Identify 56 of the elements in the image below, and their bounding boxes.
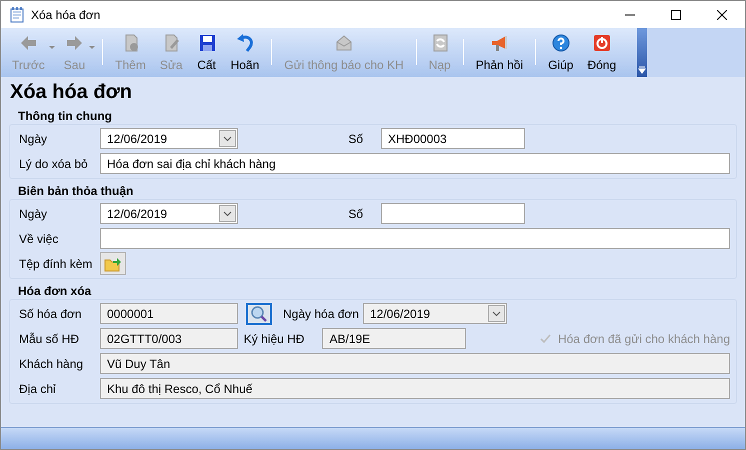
text-field[interactable]: 0000001	[100, 303, 238, 324]
chevron-down-icon[interactable]	[492, 310, 501, 316]
field-label: Địa chỉ	[19, 382, 57, 396]
close-icon	[717, 10, 727, 20]
right-arrow-icon	[64, 33, 84, 53]
text-field[interactable]: Vũ Duy Tân	[100, 353, 730, 374]
field-label: Ngày	[19, 206, 48, 220]
field-label: Lý do xóa bỏ	[19, 156, 89, 170]
chevron-down-icon[interactable]	[223, 210, 232, 216]
caret-icon	[89, 46, 96, 50]
search-button[interactable]	[246, 302, 272, 324]
toolbar-button[interactable]: Giúp	[541, 28, 580, 77]
text-field[interactable]: Khu đô thị Resco, Cổ Nhuế	[100, 378, 730, 399]
section-title: Hóa đơn xóa	[18, 284, 92, 298]
search-icon	[250, 304, 268, 322]
window-title: Xóa hóa đơn	[31, 8, 102, 22]
megaphone-icon	[489, 33, 510, 53]
field-label: Ngày	[19, 132, 48, 146]
chevron-down-icon	[638, 66, 646, 74]
section-title: Thông tin chung	[18, 109, 113, 123]
power-icon	[592, 33, 612, 53]
text-field[interactable]: Hóa đơn sai địa chỉ khách hàng	[100, 153, 730, 174]
text-field[interactable]: XHĐ00003	[381, 128, 525, 149]
date-field[interactable]: 12/06/2019	[100, 128, 238, 149]
undo-icon	[234, 33, 255, 53]
folder-icon	[104, 256, 122, 272]
date-field[interactable]: 12/06/2019	[363, 303, 507, 324]
text-field[interactable]: AB/19E	[322, 328, 466, 349]
caret-icon	[48, 46, 55, 50]
toolbar-button[interactable]: Phản hồi	[468, 28, 530, 77]
text-field[interactable]	[100, 228, 730, 249]
toolbar-button[interactable]: Hoãn	[224, 28, 266, 77]
field-label: Ký hiệu HĐ	[242, 332, 306, 346]
chevron-down-icon[interactable]	[223, 136, 232, 142]
attach-button[interactable]	[100, 252, 126, 275]
field-label: Số	[347, 132, 364, 146]
checkmark-icon	[538, 332, 552, 345]
field-label: Khách hàng	[19, 356, 84, 370]
notepad-icon	[9, 6, 25, 22]
maximize-icon	[671, 10, 681, 20]
page-heading: Xóa hóa đơn	[10, 81, 134, 105]
field-label: Ngày hóa đơn	[282, 306, 360, 320]
overflow-button[interactable]	[637, 28, 647, 77]
field-label: Số	[347, 206, 364, 220]
help-icon	[550, 33, 571, 53]
field-label: Tệp đính kèm	[19, 256, 94, 270]
toolbar-button[interactable]: Đóng	[580, 28, 624, 77]
date-field[interactable]: 12/06/2019	[100, 203, 238, 224]
field-label: Về việc	[19, 232, 60, 246]
field-label: Mẫu số HĐ	[19, 332, 80, 346]
toolbar-button[interactable]: Cất	[190, 28, 224, 77]
envelope-icon	[334, 33, 354, 53]
field-label: Số hóa đơn	[19, 306, 83, 320]
text-field[interactable]	[381, 203, 525, 224]
section-title: Biên bản thỏa thuận	[18, 184, 134, 198]
text-field[interactable]: 02GTTT0/003	[100, 328, 238, 349]
